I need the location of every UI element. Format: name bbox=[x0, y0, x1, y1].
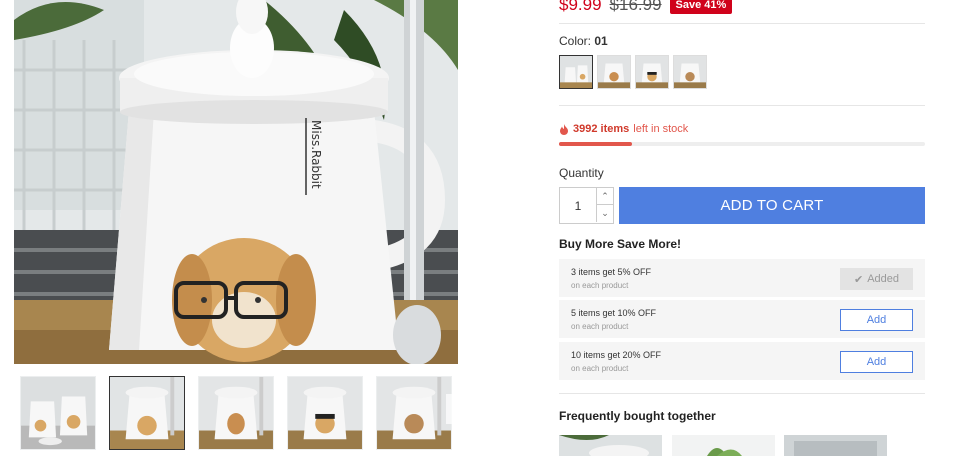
stock-suffix: left in stock bbox=[633, 123, 689, 135]
divider bbox=[559, 105, 925, 106]
bulk-offer-button-label: Add bbox=[866, 356, 887, 368]
bulk-offer-button-label: Added bbox=[867, 273, 900, 285]
color-swatch-02[interactable] bbox=[597, 55, 631, 89]
quantity-increase-button[interactable]: ⌃ bbox=[596, 188, 613, 205]
bulk-offer-subtitle: on each product bbox=[571, 364, 629, 373]
bulk-offer-button-label: Add bbox=[866, 314, 887, 326]
stock-progress-bar bbox=[559, 142, 925, 146]
bulk-offer-row: 5 items get 10% OFF on each product Add bbox=[559, 300, 925, 338]
check-icon: ✔ bbox=[853, 273, 864, 286]
divider bbox=[559, 393, 925, 394]
thumbnail-1[interactable] bbox=[20, 376, 96, 450]
bulk-offer-add-button[interactable]: Add bbox=[840, 309, 913, 331]
bulk-offer-subtitle: on each product bbox=[571, 322, 629, 331]
main-product-image[interactable]: Miss.Rabbit bbox=[14, 0, 458, 364]
color-label-text: Color: bbox=[559, 34, 592, 48]
fire-icon bbox=[560, 123, 568, 135]
add-to-cart-button[interactable]: ADD TO CART bbox=[619, 187, 925, 224]
fbt-product-image-3[interactable] bbox=[784, 435, 887, 456]
quantity-input[interactable] bbox=[560, 188, 596, 223]
thumbnail-strip bbox=[14, 372, 458, 456]
thumb-next-arrow[interactable] bbox=[446, 394, 458, 424]
quantity-decrease-button[interactable]: ⌄ bbox=[596, 205, 613, 222]
color-swatch-01[interactable] bbox=[559, 55, 593, 89]
color-swatch-03[interactable] bbox=[635, 55, 669, 89]
price-row: $9.99 $16.99 Save 41% bbox=[559, 0, 733, 16]
original-price: $16.99 bbox=[609, 0, 662, 14]
thumbnail-2[interactable] bbox=[109, 376, 185, 450]
fbt-product-image-2[interactable] bbox=[672, 435, 775, 456]
bulk-offer-add-button[interactable]: Add bbox=[840, 351, 913, 373]
bulk-discount-title: Buy More Save More! bbox=[559, 237, 682, 251]
bulk-offer-title: 10 items get 20% OFF bbox=[571, 350, 662, 360]
bulk-offer-row: 10 items get 20% OFF on each product Add bbox=[559, 342, 925, 380]
bulk-offer-added-button[interactable]: ✔ Added bbox=[840, 268, 913, 290]
color-swatch-04[interactable] bbox=[673, 55, 707, 89]
fbt-product-image-1[interactable] bbox=[559, 435, 662, 456]
save-badge: Save 41% bbox=[669, 0, 733, 14]
current-price: $9.99 bbox=[559, 0, 602, 14]
brand-text: Miss.Rabbit bbox=[309, 120, 323, 189]
stock-count: 3992 items bbox=[573, 123, 630, 135]
quantity-label: Quantity bbox=[559, 166, 604, 180]
bulk-offer-title: 3 items get 5% OFF bbox=[571, 267, 652, 277]
stock-progress-fill bbox=[559, 142, 633, 146]
bulk-offer-row: 3 items get 5% OFF on each product ✔ Add… bbox=[559, 259, 925, 297]
thumbnail-5[interactable] bbox=[376, 376, 452, 450]
frequently-bought-title: Frequently bought together bbox=[559, 409, 716, 423]
thumbnail-3[interactable] bbox=[198, 376, 274, 450]
divider bbox=[559, 23, 925, 24]
chevron-up-icon: ⌃ bbox=[601, 190, 609, 201]
bulk-offer-subtitle: on each product bbox=[571, 281, 629, 290]
color-swatches bbox=[559, 55, 707, 89]
color-label: Color: 01 bbox=[559, 34, 608, 48]
stock-indicator: 3992 items left in stock bbox=[559, 123, 688, 135]
chevron-down-icon: ⌄ bbox=[601, 208, 609, 218]
thumbnail-4[interactable] bbox=[287, 376, 363, 450]
quantity-stepper: ⌃ ⌄ bbox=[559, 187, 614, 224]
bulk-offer-title: 5 items get 10% OFF bbox=[571, 308, 657, 318]
color-selected-value: 01 bbox=[594, 34, 608, 48]
